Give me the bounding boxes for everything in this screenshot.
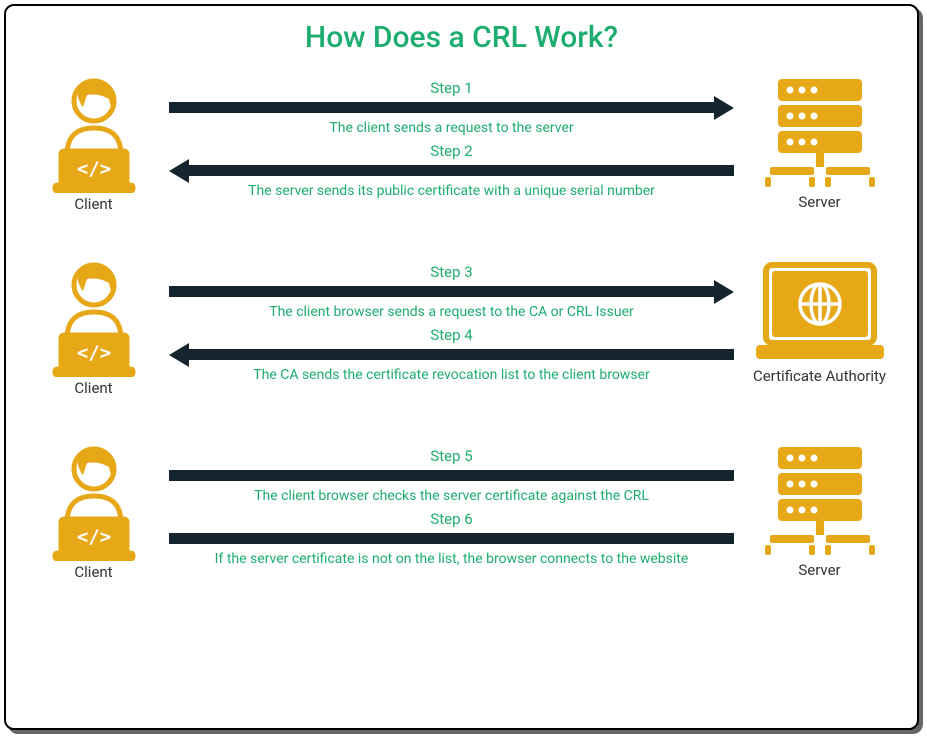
arrow-right-icon [169, 283, 734, 301]
step-6-label: Step 6 [169, 510, 734, 528]
section-3: </> Client Step 5 The client browser che… [26, 441, 897, 581]
svg-text:</>: </> [76, 158, 110, 180]
svg-text:</>: </> [76, 342, 110, 364]
step-3: Step 3 The client browser sends a reques… [169, 263, 734, 320]
step-3-label: Step 3 [169, 263, 734, 281]
server-entity-2: Server [742, 441, 897, 579]
connector-bar-icon [169, 530, 734, 548]
step-4: Step 4 The CA sends the certificate revo… [169, 326, 734, 383]
steps-group-3: Step 5 The client browser checks the ser… [161, 441, 742, 573]
steps-group-1: Step 1 The client sends a request to the… [161, 73, 742, 205]
step-4-label: Step 4 [169, 326, 734, 344]
server-entity-1: Server [742, 73, 897, 211]
connector-bar-icon [169, 467, 734, 485]
diagram-title: How Does a CRL Work? [26, 20, 897, 55]
client-icon: </> [39, 257, 149, 377]
svg-text:</>: </> [76, 526, 110, 548]
step-2-desc: The server sends its public certificate … [169, 183, 734, 199]
step-1: Step 1 The client sends a request to the… [169, 79, 734, 136]
server-icon [760, 441, 880, 559]
client-label-1: Client [74, 195, 112, 213]
certificate-authority-icon [750, 257, 890, 365]
step-2-label: Step 2 [169, 142, 734, 160]
client-entity-2: </> Client [26, 257, 161, 397]
client-label-3: Client [74, 563, 112, 581]
ca-entity: Certificate Authority [742, 257, 897, 385]
step-5: Step 5 The client browser checks the ser… [169, 447, 734, 504]
client-label-2: Client [74, 379, 112, 397]
diagram-frame: How Does a CRL Work? </> Client [4, 4, 919, 730]
client-icon: </> [39, 441, 149, 561]
client-entity-1: </> Client [26, 73, 161, 213]
arrow-left-icon [169, 346, 734, 364]
step-6: Step 6 If the server certificate is not … [169, 510, 734, 567]
step-2: Step 2 The server sends its public certi… [169, 142, 734, 199]
step-4-desc: The CA sends the certificate revocation … [169, 367, 734, 383]
section-2: </> Client Step 3 The client browser sen… [26, 257, 897, 397]
step-5-label: Step 5 [169, 447, 734, 465]
server-label-1: Server [798, 193, 840, 211]
client-entity-3: </> Client [26, 441, 161, 581]
client-icon: </> [39, 73, 149, 193]
server-label-2: Server [798, 561, 840, 579]
section-1: </> Client Step 1 The client sends a req… [26, 73, 897, 213]
arrow-right-icon [169, 99, 734, 117]
server-icon [760, 73, 880, 191]
step-3-desc: The client browser sends a request to th… [169, 304, 734, 320]
step-6-desc: If the server certificate is not on the … [169, 551, 734, 567]
arrow-left-icon [169, 162, 734, 180]
ca-label: Certificate Authority [753, 367, 886, 385]
step-1-desc: The client sends a request to the server [169, 120, 734, 136]
steps-group-2: Step 3 The client browser sends a reques… [161, 257, 742, 389]
step-5-desc: The client browser checks the server cer… [169, 488, 734, 504]
step-1-label: Step 1 [169, 79, 734, 97]
